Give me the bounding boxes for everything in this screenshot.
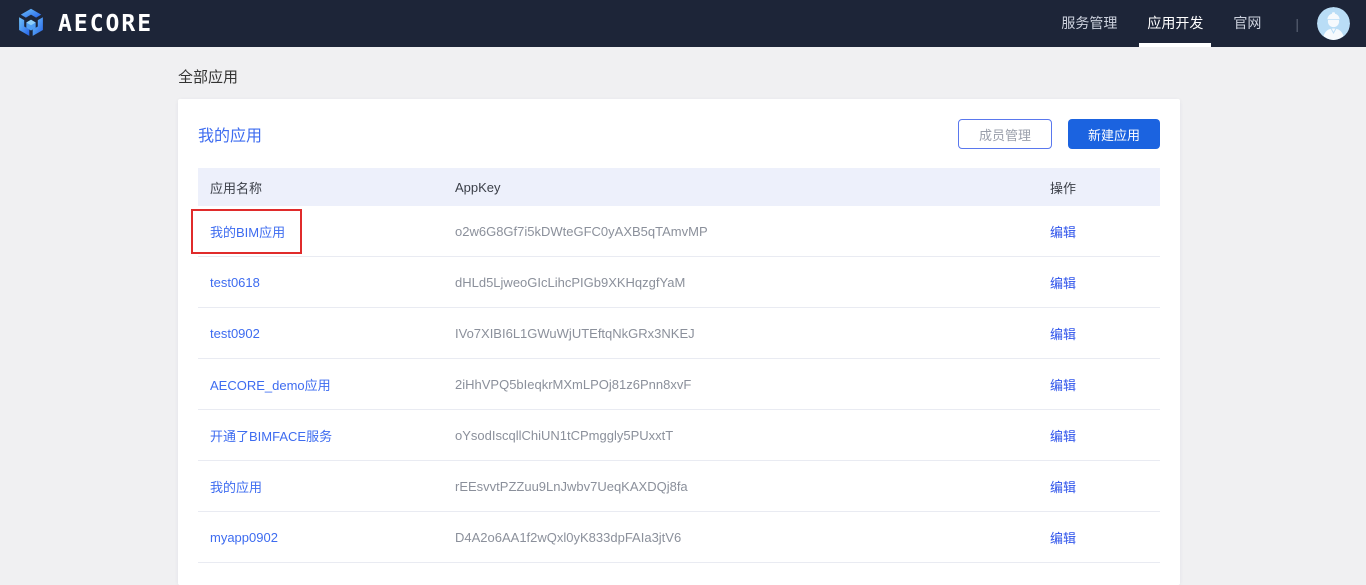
brand-name: AECORE <box>58 11 153 37</box>
header-app-name: 应用名称 <box>198 178 455 197</box>
app-name-link[interactable]: myapp0902 <box>210 530 278 545</box>
appkey-value: rEEsvvtPZZuu9LnJwbv7UeqKAXDQj8fa <box>455 479 688 494</box>
appkey-value: 2iHhVPQ5bIeqkrMXmLPOj81z6Pnn8xvF <box>455 377 691 392</box>
edit-link[interactable]: 编辑 <box>1050 378 1076 393</box>
construction-worker-icon <box>1317 7 1350 40</box>
header-appkey: AppKey <box>455 180 1050 195</box>
edit-link[interactable]: 编辑 <box>1050 429 1076 444</box>
table-row: 我的应用 rEEsvvtPZZuu9LnJwbv7UeqKAXDQj8fa 编辑 <box>198 461 1160 512</box>
appkey-value: dHLd5LjweoGIcLihcPIGb9XKHqzgfYaM <box>455 275 685 290</box>
card-title: 我的应用 <box>198 122 262 146</box>
aecore-logo-icon <box>14 7 48 41</box>
app-name-link[interactable]: test0618 <box>210 275 260 290</box>
new-app-button[interactable]: 新建应用 <box>1068 119 1160 149</box>
table-row: AECORE_demo应用 2iHhVPQ5bIeqkrMXmLPOj81z6P… <box>198 359 1160 410</box>
header-action: 操作 <box>1050 178 1160 197</box>
table-row: 开通了BIMFACE服务 oYsodIscqllChiUN1tCPmggly5P… <box>198 410 1160 461</box>
edit-link[interactable]: 编辑 <box>1050 480 1076 495</box>
table-row: myapp0902 D4A2o6AA1f2wQxl0yK833dpFAIa3jt… <box>198 512 1160 563</box>
user-avatar[interactable] <box>1317 7 1350 40</box>
appkey-value: D4A2o6AA1f2wQxl0yK833dpFAIa3jtV6 <box>455 530 681 545</box>
card-actions: 成员管理 新建应用 <box>958 119 1160 149</box>
nav-item-app-development[interactable]: 应用开发 <box>1147 0 1203 47</box>
appkey-value: o2w6G8Gf7i5kDWteGFC0yAXB5qTAmvMP <box>455 224 708 239</box>
app-name-link[interactable]: test0902 <box>210 326 260 341</box>
edit-link[interactable]: 编辑 <box>1050 276 1076 291</box>
apps-table: 应用名称 AppKey 操作 我的BIM应用 o2w6G8Gf7i5kDWteG… <box>198 168 1160 563</box>
nav-item-service-management[interactable]: 服务管理 <box>1061 0 1117 47</box>
edit-link[interactable]: 编辑 <box>1050 531 1076 546</box>
nav-divider: | <box>1295 16 1299 32</box>
edit-link[interactable]: 编辑 <box>1050 327 1076 342</box>
app-name-link[interactable]: AECORE_demo应用 <box>210 378 331 393</box>
card-header: 我的应用 成员管理 新建应用 <box>178 99 1180 168</box>
edit-link[interactable]: 编辑 <box>1050 225 1076 240</box>
main-nav: 服务管理 应用开发 官网 | <box>1061 0 1350 47</box>
table-row: 我的BIM应用 o2w6G8Gf7i5kDWteGFC0yAXB5qTAmvMP… <box>198 206 1160 257</box>
page-title: 全部应用 <box>178 66 238 87</box>
table-row: test0902 IVo7XIBI6L1GWuWjUTEftqNkGRx3NKE… <box>198 308 1160 359</box>
nav-item-official-site[interactable]: 官网 <box>1233 0 1261 47</box>
top-navbar: AECORE 服务管理 应用开发 官网 | <box>0 0 1366 47</box>
brand[interactable]: AECORE <box>14 7 153 41</box>
app-name-link[interactable]: 我的应用 <box>210 480 262 495</box>
table-row: test0618 dHLd5LjweoGIcLihcPIGb9XKHqzgfYa… <box>198 257 1160 308</box>
highlight-red-box: 我的BIM应用 <box>191 209 302 254</box>
table-header-row: 应用名称 AppKey 操作 <box>198 168 1160 206</box>
appkey-value: oYsodIscqllChiUN1tCPmggly5PUxxtT <box>455 428 673 443</box>
member-management-button[interactable]: 成员管理 <box>958 119 1052 149</box>
app-name-link[interactable]: 我的BIM应用 <box>210 225 285 240</box>
my-apps-card: 我的应用 成员管理 新建应用 应用名称 AppKey 操作 我的BIM应用 o2… <box>178 99 1180 585</box>
app-name-link[interactable]: 开通了BIMFACE服务 <box>210 429 332 444</box>
appkey-value: IVo7XIBI6L1GWuWjUTEftqNkGRx3NKEJ <box>455 326 695 341</box>
